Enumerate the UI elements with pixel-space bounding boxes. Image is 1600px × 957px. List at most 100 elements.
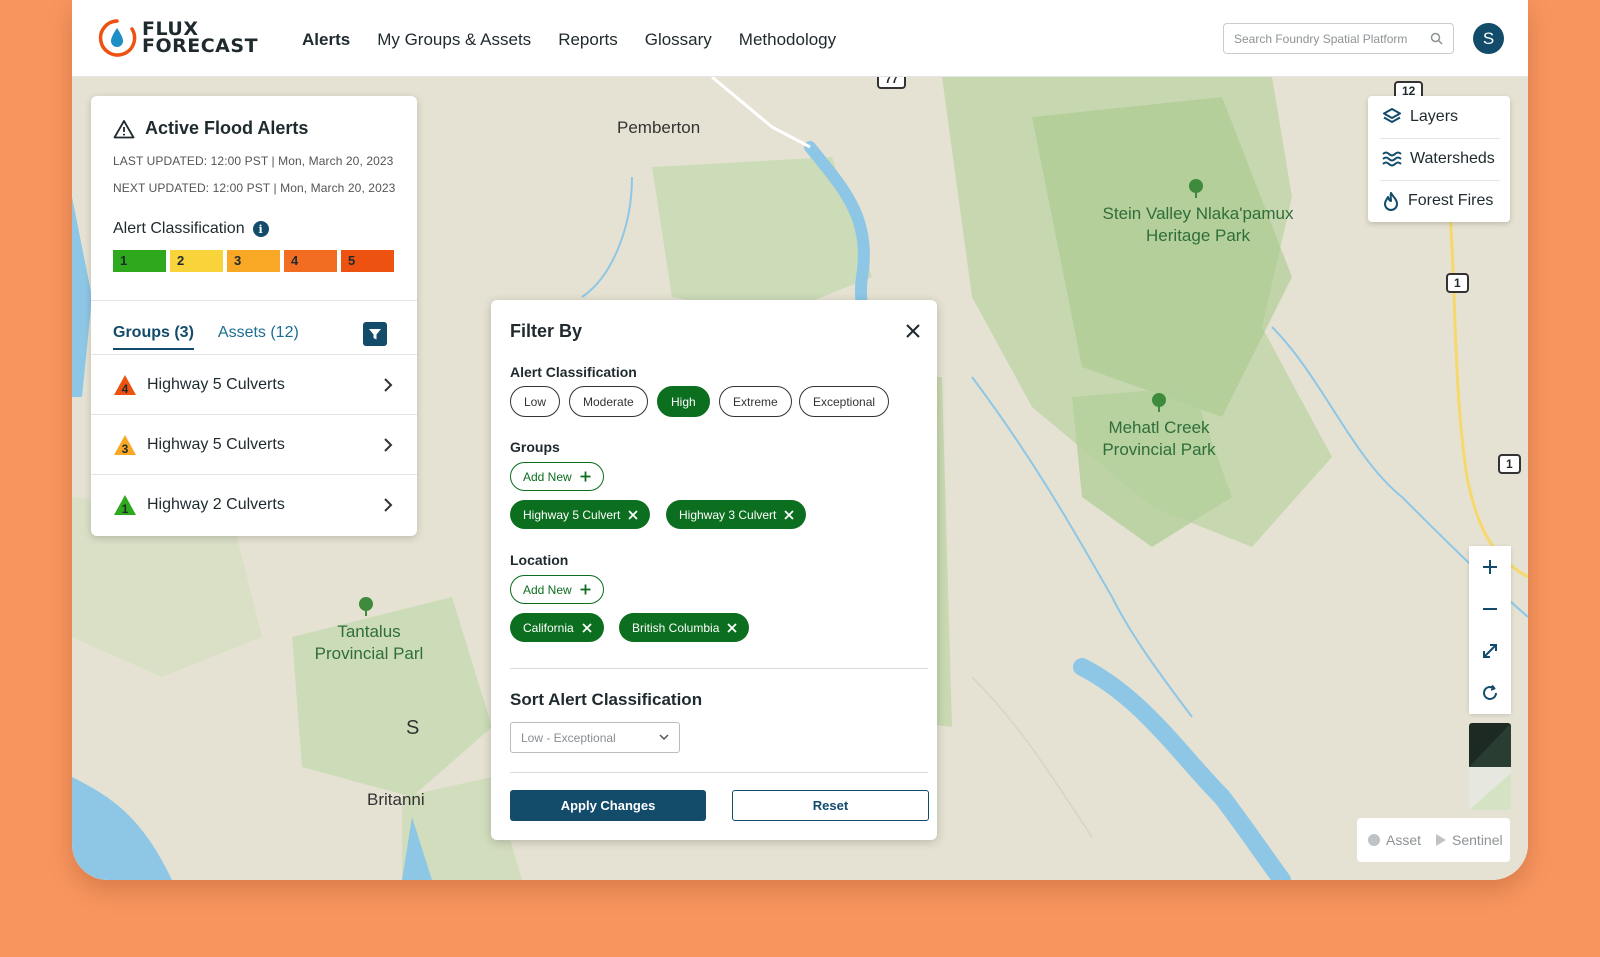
- remove-tag-icon[interactable]: [582, 622, 592, 633]
- next-updated-text: NEXT UPDATED: 12:00 PST | Mon, March 20,…: [113, 181, 396, 195]
- add-group-button[interactable]: Add New: [510, 462, 604, 491]
- park-label-tantalus: Tantalus Provincial Parl: [314, 622, 424, 663]
- park-label-mehatl-creek: Mehatl Creek Provincial Park: [1102, 418, 1216, 459]
- chip-exceptional[interactable]: Exceptional: [799, 386, 890, 417]
- add-new-label: Add New: [523, 582, 572, 597]
- plus-icon: [580, 471, 591, 482]
- zoom-out-button[interactable]: [1469, 588, 1511, 630]
- layers-panel: Layers Watersheds Forest Fires: [1368, 96, 1510, 222]
- search-box: [1223, 23, 1454, 54]
- nav-reports[interactable]: Reports: [558, 30, 618, 50]
- scale-level-2: 2: [170, 250, 223, 272]
- svg-text:3: 3: [122, 442, 129, 456]
- apply-changes-button[interactable]: Apply Changes: [510, 790, 706, 821]
- map-legend: Asset Sentinel: [1357, 818, 1510, 862]
- nav-glossary[interactable]: Glossary: [645, 30, 712, 50]
- divider: [510, 772, 928, 773]
- app-window: FLUX FORECAST Alerts My Groups & Assets …: [72, 0, 1528, 880]
- location-tag[interactable]: California: [510, 613, 604, 642]
- chip-high[interactable]: High: [657, 386, 710, 417]
- tag-label: Highway 3 Culvert: [679, 507, 777, 522]
- sentinel-triangle-icon: [1436, 834, 1447, 846]
- layers-icon: [1383, 108, 1401, 123]
- layer-label: Forest Fires: [1408, 192, 1494, 209]
- sort-select[interactable]: Low - Exceptional: [510, 722, 680, 753]
- nav-alerts[interactable]: Alerts: [302, 30, 350, 50]
- last-updated-text: LAST UPDATED: 12:00 PST | Mon, March 20,…: [113, 154, 394, 168]
- svg-text:1: 1: [122, 502, 129, 516]
- chip-moderate[interactable]: Moderate: [569, 386, 648, 417]
- add-location-button[interactable]: Add New: [510, 575, 604, 604]
- add-new-label: Add New: [523, 469, 572, 484]
- expand-icon: [1483, 644, 1497, 658]
- search-icon[interactable]: [1430, 32, 1443, 45]
- legend-asset: Asset: [1386, 832, 1422, 848]
- basemap-toggle[interactable]: [1469, 723, 1511, 810]
- reset-button[interactable]: Reset: [732, 790, 929, 821]
- highway-shield: 77: [877, 77, 907, 89]
- warning-icon: [113, 119, 135, 138]
- place-label-pemberton: Pemberton: [617, 118, 701, 137]
- place-label-britannia: Britanni: [367, 790, 425, 809]
- remove-tag-icon[interactable]: [628, 509, 639, 520]
- nav-methodology[interactable]: Methodology: [739, 30, 836, 50]
- group-row[interactable]: 1 Highway 2 Culverts: [91, 474, 417, 535]
- user-avatar[interactable]: S: [1473, 23, 1504, 54]
- tag-label: Highway 5 Culvert: [523, 507, 621, 522]
- group-name: Highway 5 Culverts: [147, 436, 285, 453]
- group-row[interactable]: 4 Highway 5 Culverts: [91, 354, 417, 415]
- asset-dot-icon: [1368, 834, 1380, 846]
- group-tag[interactable]: Highway 5 Culvert: [510, 500, 651, 529]
- fullscreen-button[interactable]: [1469, 630, 1511, 672]
- alert-level-1-icon: 1: [114, 495, 136, 516]
- section-location: Location: [510, 552, 569, 568]
- search-input[interactable]: [1234, 31, 1430, 46]
- layer-toggle-layers[interactable]: Layers: [1368, 96, 1510, 138]
- groups-assets-tabs: Groups (3) Assets (12): [113, 324, 299, 350]
- layer-label: Watersheds: [1410, 150, 1495, 167]
- logo[interactable]: FLUX FORECAST: [96, 17, 258, 59]
- close-icon[interactable]: [903, 321, 923, 341]
- group-tag[interactable]: Highway 3 Culvert: [666, 500, 807, 529]
- filter-button[interactable]: [363, 322, 387, 346]
- svg-text:4: 4: [122, 382, 129, 396]
- layer-label: Layers: [1410, 108, 1459, 125]
- chip-low[interactable]: Low: [510, 386, 561, 417]
- divider: [510, 668, 928, 669]
- nav-my-groups-assets[interactable]: My Groups & Assets: [377, 30, 531, 50]
- refresh-icon: [1483, 684, 1497, 700]
- scale-level-5: 5: [341, 250, 394, 272]
- tab-assets[interactable]: Assets (12): [218, 324, 299, 350]
- location-tag[interactable]: British Columbia: [619, 613, 750, 642]
- layer-toggle-watersheds[interactable]: Watersheds: [1368, 138, 1510, 180]
- alert-level-3-icon: 3: [114, 435, 136, 456]
- basemap-preview-icon: [1469, 723, 1511, 810]
- layer-toggle-forest-fires[interactable]: Forest Fires: [1368, 180, 1510, 222]
- group-row[interactable]: 3 Highway 5 Culverts: [91, 414, 417, 475]
- remove-tag-icon[interactable]: [727, 622, 738, 633]
- scale-level-1: 1: [113, 250, 166, 272]
- minus-icon: [1483, 608, 1497, 610]
- chip-extreme[interactable]: Extreme: [719, 386, 792, 417]
- plus-icon: [580, 584, 591, 595]
- zoom-in-button[interactable]: [1469, 546, 1511, 588]
- tab-groups[interactable]: Groups (3): [113, 324, 194, 350]
- legend-sentinel: Sentinel: [1452, 832, 1503, 848]
- classification-label: Alert Classification: [113, 220, 245, 237]
- chevron-down-icon: [659, 734, 669, 741]
- sort-title: Sort Alert Classification: [510, 690, 703, 709]
- section-groups: Groups: [510, 439, 560, 455]
- logo-line2: FORECAST: [142, 35, 259, 57]
- info-icon[interactable]: i: [252, 221, 269, 237]
- chevron-right-icon: [384, 498, 393, 512]
- divider: [91, 300, 417, 301]
- flux-logo-icon: [98, 19, 137, 57]
- remove-tag-icon[interactable]: [784, 509, 795, 520]
- highway-shield: 1: [1498, 454, 1521, 474]
- alert-level-4-icon: 4: [114, 375, 136, 396]
- scale-level-4: 4: [284, 250, 337, 272]
- panel-title: Active Flood Alerts: [145, 118, 309, 138]
- park-icon: [1189, 179, 1203, 198]
- plus-icon: [1483, 560, 1497, 574]
- reset-view-button[interactable]: [1469, 672, 1511, 714]
